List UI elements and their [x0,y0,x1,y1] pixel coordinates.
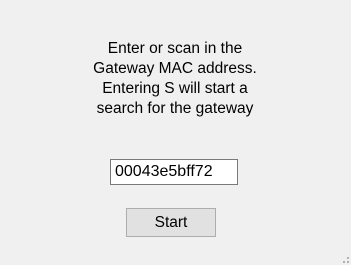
start-button[interactable]: Start [126,208,216,237]
gateway-dialog: Enter or scan in the Gateway MAC address… [0,0,351,265]
resize-grip-icon[interactable] [339,253,349,263]
mac-address-input[interactable] [110,159,238,185]
instruction-text: Enter or scan in the Gateway MAC address… [93,40,257,117]
